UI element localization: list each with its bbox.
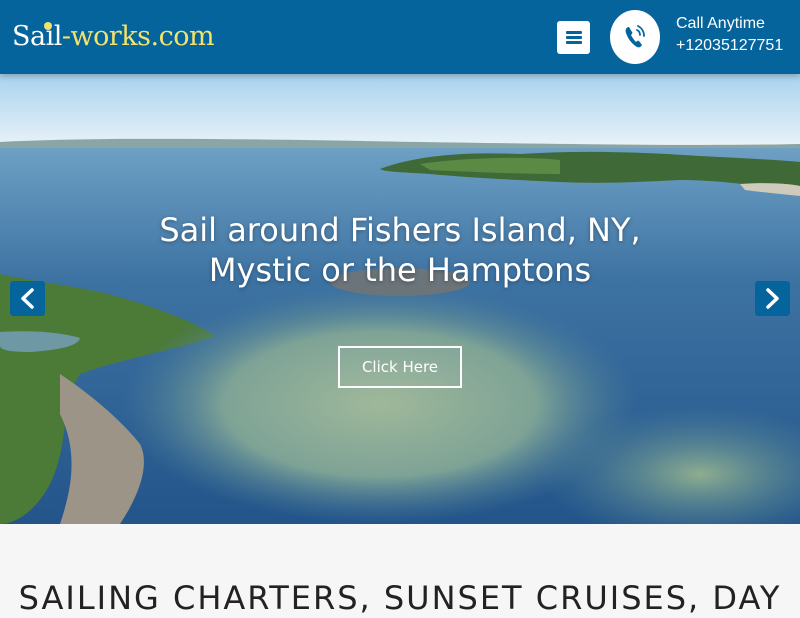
logo-text-works: -works.com <box>61 21 215 52</box>
phone-ringing-icon <box>625 25 645 48</box>
chevron-left-icon <box>21 288 34 309</box>
hamburger-menu-icon <box>566 31 582 34</box>
hero-title: Sail around Fishers Island, NY, Mystic o… <box>159 211 641 289</box>
logo-text-sail: Sail <box>12 21 62 52</box>
site-logo[interactable]: Sail-works.com <box>12 19 215 55</box>
call-anytime-label: Call Anytime <box>676 15 765 32</box>
site-header: Sail-works.com Call Anytime +12035127751 <box>0 0 800 74</box>
hero-background-image <box>0 74 800 524</box>
chevron-right-icon <box>766 288 779 309</box>
slider-prev-button[interactable] <box>10 281 45 316</box>
hamburger-line <box>566 36 582 39</box>
phone-number[interactable]: +12035127751 <box>676 36 783 56</box>
menu-button[interactable] <box>557 21 590 54</box>
hero-slider: Sail around Fishers Island, NY, Mystic o… <box>0 74 800 524</box>
call-button[interactable] <box>610 10 660 64</box>
section-heading: SAILING CHARTERS, SUNSET CRUISES, DAY <box>18 579 782 617</box>
click-here-button[interactable]: Click Here <box>338 346 462 388</box>
logo-dot-icon <box>44 22 52 30</box>
hamburger-line <box>566 41 582 44</box>
slider-next-button[interactable] <box>755 281 790 316</box>
